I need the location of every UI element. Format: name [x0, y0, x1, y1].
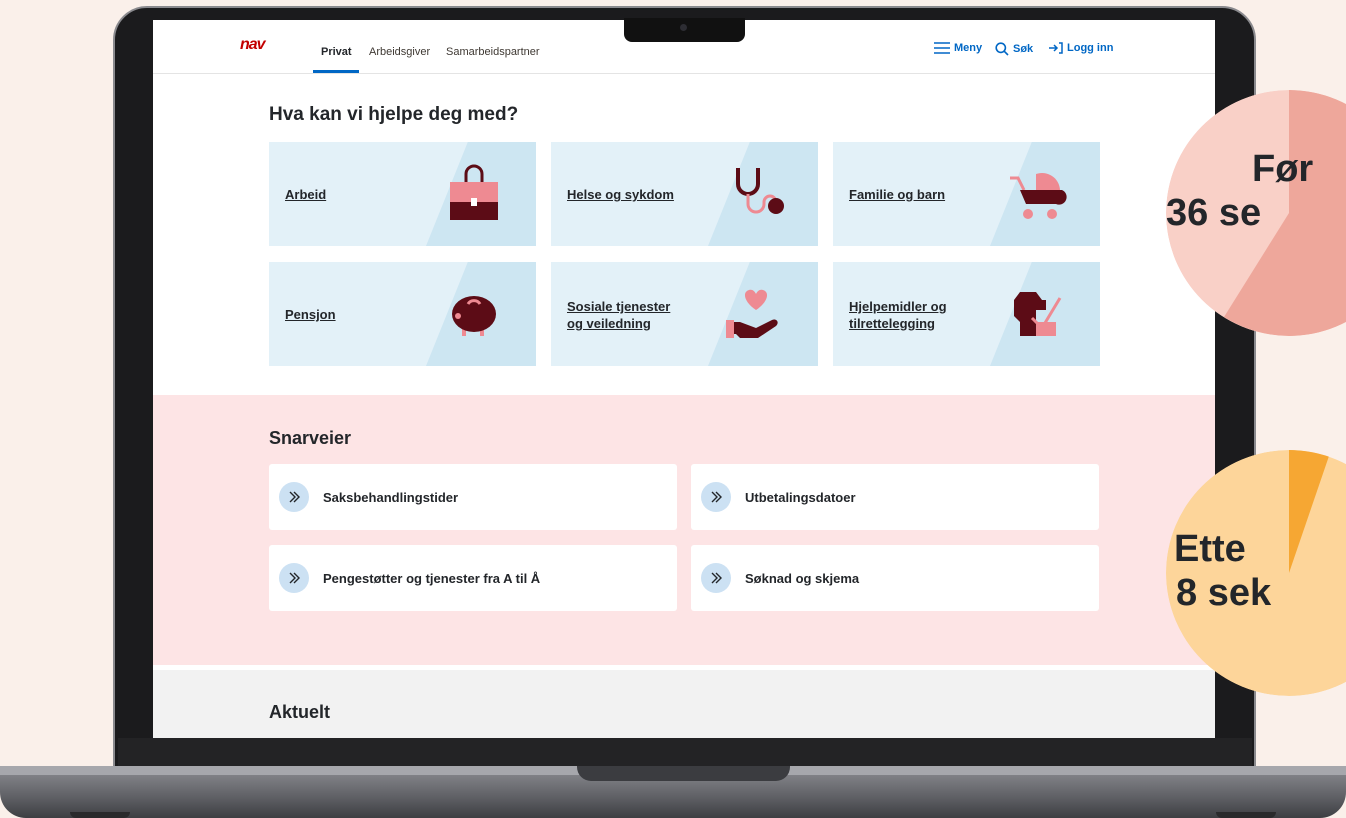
shortcut-utbetalingsdatoer[interactable]: Utbetalingsdatoer	[691, 464, 1099, 530]
shortcuts-title: Snarveier	[269, 428, 352, 448]
before-label: Før	[1252, 148, 1314, 190]
card-label-line2: og veiledning	[567, 316, 651, 331]
laptop-foot	[1216, 812, 1276, 818]
piggy-bank-icon	[452, 296, 496, 336]
shortcut-label: Søknad og skjema	[745, 570, 860, 586]
stethoscope-icon	[736, 168, 784, 214]
shortcut-pengestotter[interactable]: Pengestøtter og tjenester fra A til Å	[269, 545, 677, 611]
after-circle: Ette 8 sek	[1166, 450, 1346, 696]
tab-arbeidsgiver[interactable]: Arbeidsgiver	[369, 46, 430, 58]
card-label: Pensjon	[285, 307, 336, 322]
card-label: Arbeid	[285, 187, 327, 202]
before-circle: Før 36 se	[1166, 90, 1346, 336]
chevron-right-icon	[279, 482, 309, 512]
guide-dog-icon	[1014, 292, 1062, 336]
after-time: 8 sek	[1176, 572, 1272, 614]
shortcut-soknad[interactable]: Søknad og skjema	[691, 545, 1099, 611]
camera-icon	[680, 24, 687, 31]
laptop-opening-notch	[577, 766, 790, 781]
shortcut-label: Pengestøtter og tjenester fra A til Å	[323, 570, 541, 586]
card-sosiale[interactable]: Sosiale tjenester og veiledning	[551, 262, 818, 366]
hand-heart-icon	[726, 289, 778, 338]
card-label-line2: tilrettelegging	[849, 316, 935, 331]
chevron-right-icon	[701, 482, 731, 512]
nav-logo[interactable]: nav	[240, 37, 280, 53]
shortcut-saksbehandlingstider[interactable]: Saksbehandlingstider	[269, 464, 677, 530]
before-time: 36 se	[1166, 192, 1262, 234]
card-pensjon[interactable]: Pensjon	[269, 262, 536, 366]
laptop-bezel-bottom	[118, 738, 1252, 768]
card-label-line1: Hjelpemidler og	[849, 299, 947, 314]
tab-samarbeidspartner[interactable]: Samarbeidspartner	[446, 46, 540, 58]
briefcase-icon	[450, 164, 498, 220]
after-label: Ette	[1174, 528, 1246, 570]
login-label: Logg inn	[1067, 42, 1114, 54]
chevron-right-icon	[279, 563, 309, 593]
active-tab-indicator	[313, 70, 359, 73]
hamburger-icon	[934, 42, 950, 54]
card-familie[interactable]: Familie og barn	[833, 142, 1100, 246]
login-icon	[1049, 42, 1063, 54]
card-hjelpemidler[interactable]: Hjelpemidler og tilrettelegging	[833, 262, 1100, 366]
card-arbeid[interactable]: Arbeid	[269, 142, 536, 246]
camera-notch	[624, 18, 745, 42]
stroller-icon	[1010, 172, 1067, 219]
chevron-right-icon	[701, 563, 731, 593]
menu-label: Meny	[954, 42, 983, 54]
menu-button[interactable]: Meny	[934, 42, 982, 54]
search-icon	[995, 42, 1009, 56]
browser-screen: nav Privat Arbeidsgiver Samarbeidspartne…	[153, 20, 1215, 738]
shortcut-label: Saksbehandlingstider	[323, 489, 459, 505]
card-label: Helse og sykdom	[567, 187, 674, 202]
tab-privat[interactable]: Privat	[321, 46, 352, 58]
card-helse[interactable]: Helse og sykdom	[551, 142, 818, 246]
login-button[interactable]: Logg inn	[1049, 42, 1113, 54]
shortcut-label: Utbetalingsdatoer	[745, 489, 856, 505]
help-title: Hva kan vi hjelpe deg med?	[269, 104, 519, 125]
card-label: Familie og barn	[849, 187, 946, 202]
search-button[interactable]: Søk	[995, 42, 1033, 56]
search-label: Søk	[1013, 43, 1034, 55]
card-label-line1: Sosiale tjenester	[567, 299, 671, 314]
laptop-foot	[70, 812, 130, 818]
news-title: Aktuelt	[269, 702, 331, 722]
